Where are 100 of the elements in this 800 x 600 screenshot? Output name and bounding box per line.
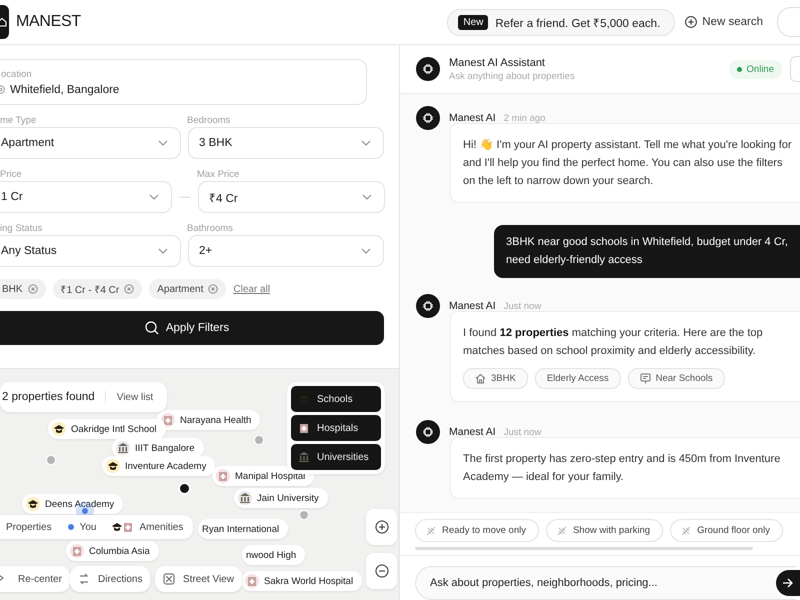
minus-icon	[374, 564, 388, 578]
new-badge: New	[458, 14, 488, 30]
location-value: Whitefield, Bangalore	[10, 84, 120, 96]
hospital-icon	[247, 576, 257, 586]
cap-icon	[54, 424, 64, 434]
chip-label: Apartment	[157, 284, 204, 294]
clear-all-link[interactable]: Clear all	[233, 284, 270, 294]
filter-chip[interactable]: Apartment	[149, 279, 226, 299]
sender-name: Manest AI	[449, 426, 496, 438]
map-canvas[interactable]	[0, 369, 399, 600]
chat-title: Manest AI Assistant	[449, 56, 546, 68]
options-button[interactable]	[790, 56, 800, 82]
layer-toggle[interactable]: Universities	[291, 444, 381, 470]
building-icon	[118, 443, 128, 453]
location-field[interactable]: ocation Whitefield, Bangalore	[0, 59, 367, 105]
place-label[interactable]: Manipal Hospital	[212, 466, 314, 486]
field-label: Price	[0, 169, 23, 180]
chip-icon	[422, 426, 434, 438]
chat-subtitle: Ask anything about properties	[449, 70, 576, 82]
field-label: Bathrooms	[187, 223, 234, 234]
remove-icon	[124, 284, 134, 294]
remove-icon	[28, 284, 38, 294]
hospital-icon	[163, 415, 173, 425]
new-search-button[interactable]: New search	[681, 12, 767, 32]
chevron-icon	[362, 194, 372, 200]
cap-icon	[112, 522, 122, 532]
tag-chip[interactable]: Near Schools	[628, 368, 725, 389]
profile-button[interactable]	[777, 7, 800, 37]
building-icon	[240, 493, 250, 503]
property-marker[interactable]	[178, 482, 191, 495]
chevron-icon	[158, 248, 168, 254]
results-count: 2 properties found	[2, 391, 106, 403]
zoom-out-button[interactable]	[366, 553, 397, 589]
range-separator: —	[179, 191, 191, 203]
map-marker[interactable]	[299, 510, 309, 520]
layer-toggle[interactable]: Hospitals	[291, 415, 381, 441]
place-label[interactable]: Jain University	[234, 488, 328, 508]
message-text: Hi! 👋 I'm your AI property assistant. Tell me what you're looking for and I'll help you find the perfect home. You can also use the filters on the left to narrow down your search.	[463, 138, 792, 189]
suggestion-chip[interactable]: Show with parking	[546, 519, 664, 542]
status-badge: Online	[728, 60, 782, 78]
map-marker[interactable]	[254, 435, 264, 445]
dropdown[interactable]: 2+	[188, 235, 384, 267]
message-text: I found 12 properties matching your criteria. Here are the top matches based on school proximity and elderly accessibility.	[463, 326, 764, 359]
hospital-icon	[299, 423, 309, 433]
field-label: ocation	[1, 69, 33, 80]
place-label[interactable]: Oakridge Intl School	[48, 419, 166, 439]
swap-icon	[78, 573, 90, 585]
tag-chip[interactable]: 3BHK	[463, 368, 528, 389]
hospital-icon	[123, 522, 134, 532]
dropdown[interactable]: Apartment	[0, 127, 181, 159]
map-action-button[interactable]: Re-center	[0, 566, 70, 592]
dropdown-value: 1 Cr	[1, 191, 23, 203]
suggestion-chip[interactable]: Ground floor only	[670, 519, 783, 542]
scrollbar[interactable]	[415, 547, 753, 550]
chevron-icon	[361, 140, 371, 146]
dropdown[interactable]: 1 Cr	[0, 181, 172, 213]
dropdown[interactable]: 3 BHK	[188, 127, 384, 159]
place-label[interactable]: Sakra World Hospital	[241, 571, 362, 591]
zoom-in-button[interactable]	[366, 509, 397, 545]
suggestion-chip[interactable]: Ready to move only	[415, 519, 539, 542]
house-icon	[0, 17, 7, 27]
timestamp: Just now	[504, 426, 542, 438]
legend-label: You	[80, 522, 96, 532]
logo-text: MANEST	[16, 13, 81, 31]
dropdown[interactable]: Any Status	[0, 235, 181, 267]
frame-icon	[163, 573, 175, 585]
place-label[interactable]: Ryan International	[198, 519, 288, 539]
message-field[interactable]: Ask about properties, neighborhoods, pricing...	[415, 566, 796, 600]
place-label[interactable]: Columbia Asia	[66, 541, 159, 561]
timestamp: Just now	[504, 300, 542, 312]
place-label[interactable]: Narayana Health	[157, 410, 260, 430]
chip-label: ₹1 Cr - ₹4 Cr	[60, 284, 120, 296]
apply-filters-button[interactable]: Apply Filters	[0, 311, 384, 345]
legend-label: Properties	[6, 522, 52, 532]
chip-label: BHK	[2, 284, 23, 294]
layer-toggle[interactable]: Schools	[291, 386, 381, 412]
map-action-button[interactable]: Street View	[155, 566, 242, 592]
place-label[interactable]: Deens Academy	[22, 494, 124, 514]
chip-icon	[422, 63, 434, 75]
place-label[interactable]: Inventure Academy	[102, 456, 216, 476]
cap-icon	[108, 461, 118, 471]
promo-banner[interactable]: New Refer a friend. Get ₹5,000 each.	[447, 8, 676, 36]
board-icon	[640, 373, 651, 384]
dropdown-value: 3 BHK	[199, 137, 232, 149]
filter-chip[interactable]: BHK	[0, 279, 46, 299]
plus-icon	[685, 16, 698, 28]
search-icon	[144, 321, 159, 335]
place-label[interactable]: IIIT Bangalore	[112, 438, 204, 458]
map-action-button[interactable]: Directions	[70, 566, 150, 592]
place-label[interactable]: nwood High	[242, 545, 306, 565]
filter-chip[interactable]: ₹1 Cr - ₹4 Cr	[52, 279, 142, 299]
dropdown-value: ₹4 Cr	[209, 192, 238, 204]
map-marker[interactable]	[46, 455, 56, 465]
dropdown-value: Apartment	[1, 137, 54, 149]
tag-chip[interactable]: Elderly Access	[534, 368, 621, 389]
message-text: The first property has zero-step entry and is 450m from Inventure Academy — ideal for your family.	[463, 452, 782, 485]
timestamp: 2 min ago	[504, 112, 546, 124]
chip-icon	[422, 300, 434, 312]
view-list-link[interactable]: View list	[106, 392, 154, 402]
dropdown[interactable]: ₹4 Cr	[198, 181, 385, 213]
